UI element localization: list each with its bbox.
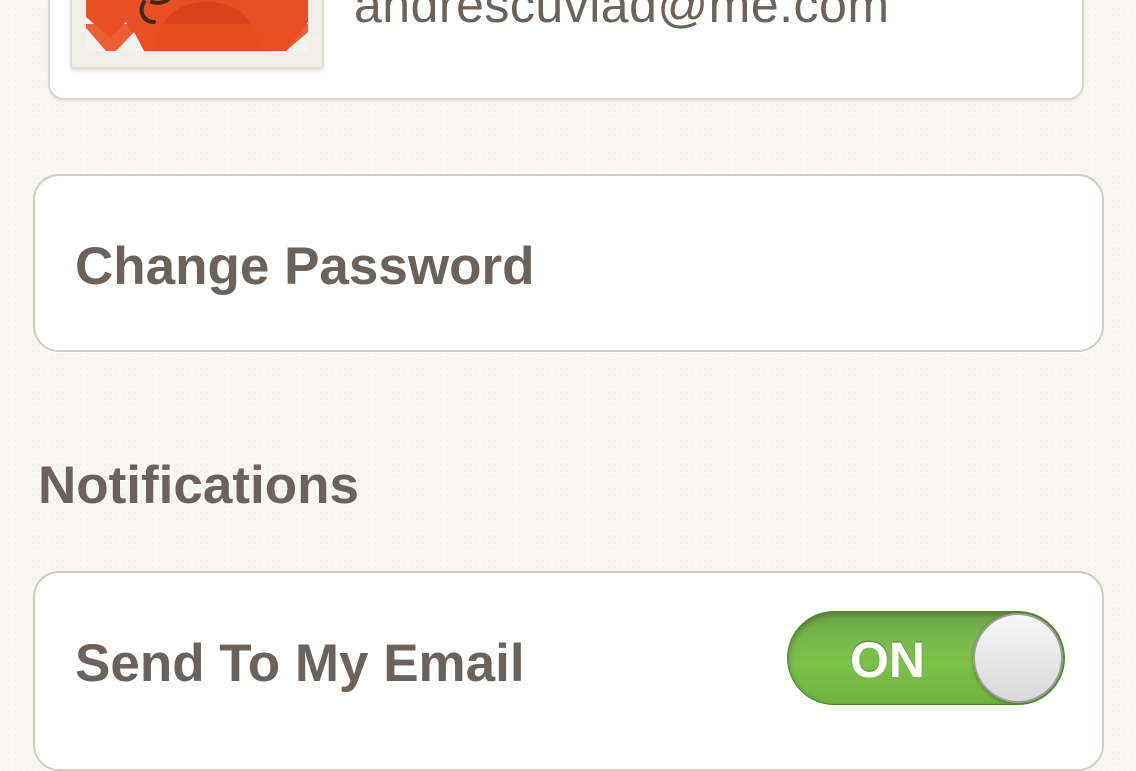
toggle-knob[interactable] xyxy=(973,613,1063,703)
account-email: andrescuvlad@me.com xyxy=(354,0,890,33)
account-card: andrescuvlad@me.com xyxy=(48,0,1084,100)
avatar[interactable] xyxy=(70,0,324,69)
notifications-heading: Notifications xyxy=(38,456,359,515)
change-password-label: Change Password xyxy=(75,237,535,296)
notifications-card: Send To My Email ON xyxy=(33,571,1104,771)
send-to-email-toggle[interactable]: ON xyxy=(787,611,1065,705)
change-password-row[interactable]: Change Password xyxy=(33,174,1104,352)
toggle-state-label: ON xyxy=(850,632,925,688)
send-to-email-label: Send To My Email xyxy=(75,634,525,693)
profile-photo-icon xyxy=(86,0,308,51)
